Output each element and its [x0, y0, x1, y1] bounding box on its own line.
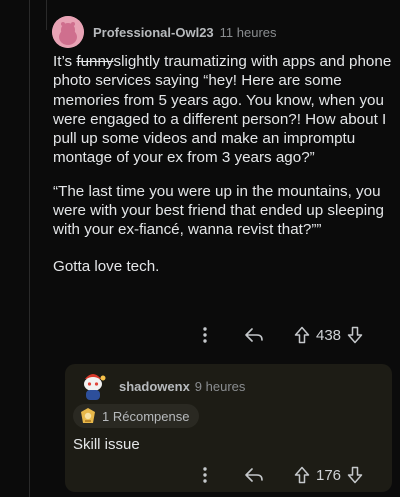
comment-p1-struck: funny: [76, 53, 114, 70]
comment-action-bar: 438: [198, 326, 363, 344]
reply-header: shadowenx 9 heures: [77, 370, 245, 402]
reply-timestamp: 9 heures: [194, 378, 246, 394]
reply-vote-count: 176: [316, 466, 342, 484]
downvote-arrow-icon[interactable]: [347, 326, 363, 344]
award-badge[interactable]: 1 Récompense: [73, 404, 200, 428]
comment-vote-count: 438: [316, 326, 342, 344]
snoo-avatar-icon: [52, 16, 84, 48]
reply-arrow-icon[interactable]: [244, 467, 264, 483]
upvote-arrow-icon[interactable]: [294, 466, 310, 484]
comment-paragraph-3: Gotta love tech.: [53, 257, 160, 275]
reply-avatar[interactable]: [77, 370, 109, 402]
comment-body: It’s funnyslightly traumatizing with app…: [53, 52, 393, 276]
comment-timestamp: 11 heures: [219, 24, 277, 40]
more-options-icon[interactable]: [198, 327, 212, 343]
award-label: 1 Récompense: [102, 408, 190, 424]
avatar[interactable]: [52, 16, 84, 48]
reply-arrow-icon[interactable]: [244, 327, 264, 343]
comment-username[interactable]: Professional-Owl23: [93, 25, 214, 40]
upvote-arrow-icon[interactable]: [294, 326, 310, 344]
thread-line-parent: [46, 0, 47, 30]
more-options-icon[interactable]: [198, 467, 212, 483]
snoo-reply-avatar-icon: [84, 374, 106, 400]
comment-p1-lead: It’s: [53, 53, 77, 70]
reply-action-bar: 176: [198, 466, 363, 484]
comment-paragraph-1: It’s funnyslightly traumatizing with app…: [53, 52, 393, 168]
thread-line: [29, 0, 30, 497]
award-trophy-icon: [81, 408, 95, 423]
downvote-arrow-icon[interactable]: [347, 466, 363, 484]
comment-p1-rest: slightly traumatizing with apps and phon…: [53, 53, 392, 167]
reply-body: Skill issue: [73, 436, 140, 453]
comment-paragraph-2: “The last time you were up in the mounta…: [53, 182, 384, 239]
reply-username[interactable]: shadowenx: [119, 379, 190, 394]
comment-header: Professional-Owl23 11 heures: [52, 16, 277, 48]
